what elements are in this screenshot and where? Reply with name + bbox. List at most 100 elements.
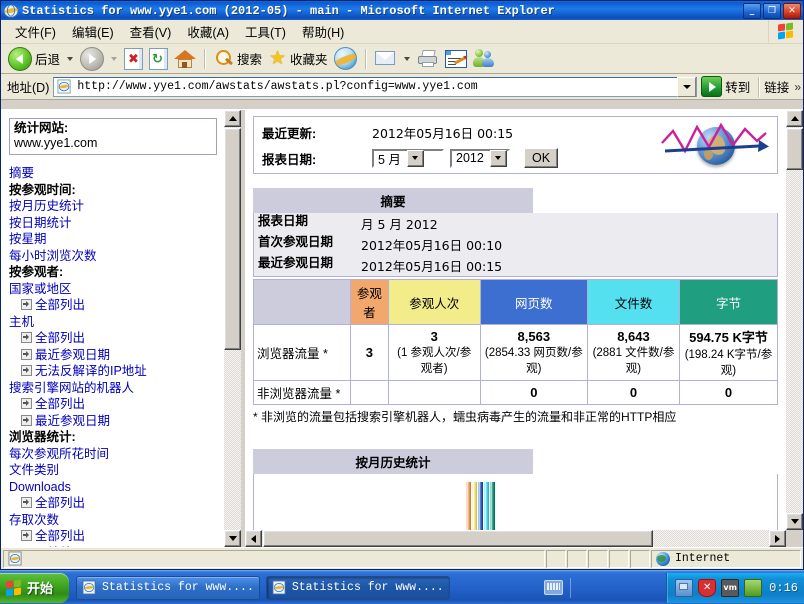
content-horizontal-scrollbar[interactable] bbox=[245, 530, 786, 547]
maximize-button[interactable]: ❐ bbox=[763, 3, 781, 19]
report-date-label: 报表日期: bbox=[262, 152, 317, 167]
messenger-button[interactable] bbox=[470, 46, 498, 72]
ok-button[interactable]: OK bbox=[524, 148, 559, 168]
go-button[interactable]: 转到 bbox=[697, 76, 754, 97]
ie-window-icon bbox=[82, 580, 97, 595]
sidebar-item-days-of-week[interactable]: 按星期 bbox=[9, 231, 217, 248]
sidebar-subitem-hosts-full-list[interactable]: 全部列出 bbox=[9, 330, 217, 347]
links-chevron-icon[interactable]: » bbox=[794, 80, 801, 94]
taskbar-clock[interactable]: 0:16 bbox=[769, 581, 798, 595]
content-scroll-right-button[interactable] bbox=[769, 530, 786, 547]
sidebar-item-downloads[interactable]: Downloads bbox=[9, 479, 217, 496]
chevron-down-icon[interactable] bbox=[406, 149, 424, 167]
stats-cell: 3 bbox=[350, 324, 389, 381]
content-scroll-up-button[interactable] bbox=[786, 110, 803, 127]
sidebar-subitem-robots-last-visit[interactable]: 最近参观日期 bbox=[9, 413, 217, 430]
sidebar-scrollbar-thumb[interactable] bbox=[224, 128, 241, 350]
sidebar-vertical-scrollbar[interactable] bbox=[223, 110, 241, 547]
sidebar-subitem-countries-full-list[interactable]: 全部列出 bbox=[9, 297, 217, 314]
content-vertical-scrollbar[interactable] bbox=[785, 110, 803, 530]
start-button[interactable]: 开始 bbox=[0, 572, 70, 603]
vm-icon[interactable]: vm bbox=[721, 578, 740, 597]
network-icon[interactable] bbox=[675, 578, 694, 597]
search-button[interactable]: 搜索 bbox=[211, 46, 265, 72]
sidebar-item-monthly-history[interactable]: 按月历史统计 bbox=[9, 198, 217, 215]
sidebar-subitem-label[interactable]: 全部列出 bbox=[35, 298, 85, 312]
links-bar-label[interactable]: 链接 bbox=[764, 77, 789, 96]
content-scroll-left-button[interactable] bbox=[245, 530, 262, 547]
forward-button[interactable] bbox=[77, 46, 107, 72]
sidebar-item-summary[interactable]: 摘要 bbox=[9, 165, 217, 182]
home-button[interactable] bbox=[171, 46, 199, 72]
sidebar-item-visit-duration[interactable]: 每次参观所花时间 bbox=[9, 446, 217, 463]
language-bar[interactable] bbox=[540, 573, 567, 603]
content-scroll-down-button[interactable] bbox=[786, 513, 803, 530]
year-select[interactable]: 2012 bbox=[450, 148, 510, 168]
sidebar-item-hosts[interactable]: 主机 bbox=[9, 314, 217, 331]
address-input[interactable]: http://www.yye1.com/awstats/awstats.pl?c… bbox=[53, 76, 698, 97]
sidebar-subitem-hosts-last-visit[interactable]: 最近参观日期 bbox=[9, 347, 217, 364]
month-select[interactable]: 5 月 bbox=[372, 148, 444, 168]
sidebar-scroll-up-button[interactable] bbox=[224, 110, 241, 127]
address-dropdown-button[interactable] bbox=[677, 76, 697, 97]
status-pane-3 bbox=[588, 549, 608, 568]
sidebar-subitem-label[interactable]: 无法反解译的IP地址 bbox=[35, 364, 147, 378]
menu-view[interactable]: 查看(V) bbox=[122, 20, 180, 43]
sidebar-subitem-label[interactable]: 最近参观日期 bbox=[35, 414, 110, 428]
windows-logo-button[interactable] bbox=[768, 20, 803, 43]
back-button[interactable]: 后退 bbox=[5, 46, 63, 72]
toolbar-separator-2 bbox=[364, 48, 367, 69]
edit-button[interactable] bbox=[442, 46, 470, 72]
address-label: 地址(D) bbox=[7, 81, 50, 95]
favorites-button[interactable]: ★ 收藏夹 bbox=[265, 46, 331, 72]
taskbar-item-2[interactable]: Statistics for www.... bbox=[265, 575, 450, 600]
sublist-icon bbox=[21, 497, 32, 508]
content-hscrollbar-thumb[interactable] bbox=[263, 530, 653, 547]
menu-file[interactable]: 文件(F) bbox=[7, 20, 64, 43]
sidebar-item-robots[interactable]: 搜索引擎网站的机器人 bbox=[9, 380, 217, 397]
taskbar-item-1[interactable]: Statistics for www.... bbox=[76, 575, 260, 600]
sidebar-subitem-label[interactable]: 全部列出 bbox=[35, 331, 85, 345]
forward-history-dropdown-icon[interactable] bbox=[111, 56, 118, 61]
sidebar-subitem-robots-full-list[interactable]: 全部列出 bbox=[9, 396, 217, 413]
mail-button[interactable] bbox=[372, 46, 400, 72]
stats-header-blank bbox=[253, 279, 351, 325]
minimize-button[interactable]: _ bbox=[743, 3, 761, 19]
stats-cell bbox=[350, 380, 389, 405]
sidebar-subitem-downloads-full-list[interactable]: 全部列出 bbox=[9, 495, 217, 512]
security-zone-pane[interactable]: Internet bbox=[651, 549, 801, 568]
summary-table: 报表日期 月 5 月 2012 首次参观日期 2012年05月16日 00:10… bbox=[253, 213, 778, 277]
menu-help[interactable]: 帮助(H) bbox=[294, 20, 352, 43]
sidebar-subitem-label[interactable]: 全部列出 bbox=[35, 529, 85, 543]
shield-icon[interactable]: ✕ bbox=[698, 578, 717, 597]
stats-cell-sub: (2881 文件数/参观) bbox=[592, 347, 675, 375]
menu-tools[interactable]: 工具(T) bbox=[237, 20, 294, 43]
favorites-button-label: 收藏夹 bbox=[290, 53, 328, 67]
sidebar-subitem-label[interactable]: 全部列出 bbox=[35, 397, 85, 411]
start-button-label: 开始 bbox=[27, 582, 54, 597]
mail-dropdown-icon[interactable] bbox=[403, 56, 410, 61]
print-button[interactable] bbox=[414, 46, 442, 72]
sidebar-subitem-label[interactable]: 全部列出 bbox=[35, 496, 85, 510]
sidebar-item-hourly[interactable]: 每小时浏览次数 bbox=[9, 248, 217, 265]
content-scrollbar-thumb[interactable] bbox=[786, 128, 803, 170]
media-button[interactable] bbox=[331, 46, 360, 72]
sidebar-subitem-unresolved-ip[interactable]: 无法反解译的IP地址 bbox=[9, 363, 217, 380]
stop-button[interactable]: ✖ bbox=[121, 46, 146, 72]
sidebar-item-pages-urls[interactable]: 存取次数 bbox=[9, 512, 217, 529]
content-scrollbar-trough[interactable] bbox=[786, 127, 803, 513]
menu-edit[interactable]: 编辑(E) bbox=[64, 20, 122, 43]
sidebar-subitem-urls-full-list[interactable]: 全部列出 bbox=[9, 528, 217, 545]
chevron-down-icon[interactable] bbox=[489, 149, 507, 167]
close-button[interactable]: ✕ bbox=[783, 3, 801, 19]
sidebar-item-file-type[interactable]: 文件类别 bbox=[9, 462, 217, 479]
sidebar-scroll-down-button[interactable] bbox=[224, 530, 241, 547]
sidebar-item-countries[interactable]: 国家或地区 bbox=[9, 281, 217, 298]
sidebar-item-days-of-month[interactable]: 按日期统计 bbox=[9, 215, 217, 232]
back-history-dropdown-icon[interactable] bbox=[67, 56, 74, 61]
chart-bar bbox=[490, 482, 495, 530]
sidebar-subitem-label[interactable]: 最近参观日期 bbox=[35, 348, 110, 362]
plug-icon[interactable] bbox=[744, 578, 763, 597]
menu-favorites[interactable]: 收藏(A) bbox=[179, 20, 237, 43]
refresh-button[interactable]: ↻ bbox=[146, 46, 171, 72]
